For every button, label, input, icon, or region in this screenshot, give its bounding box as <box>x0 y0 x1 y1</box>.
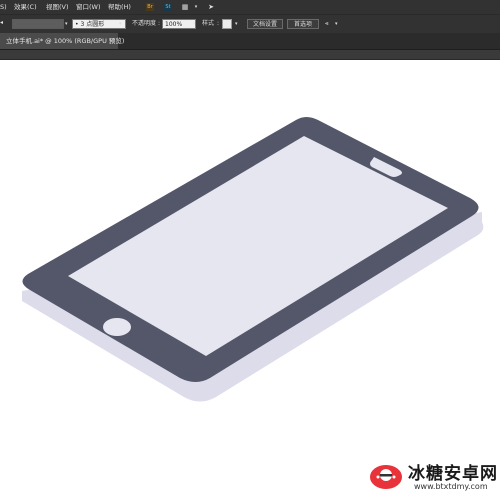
stroke-color-swatch[interactable] <box>12 19 64 29</box>
close-icon[interactable]: × <box>108 33 114 49</box>
watermark-url: www.btxtdmy.com <box>414 482 488 491</box>
arrange-icon[interactable]: ▦ <box>181 3 189 11</box>
watermark-logo <box>370 465 402 489</box>
menu-item-help[interactable]: 帮助(H) <box>108 0 131 14</box>
isometric-phone-illustration[interactable] <box>0 60 500 497</box>
chevron-down-icon[interactable]: ▾ <box>235 19 238 29</box>
menu-bar: S) 效果(C) 视图(V) 窗口(W) 帮助(H) Br St ▦ ▾ ➤ <box>0 0 500 14</box>
stock-icon[interactable]: St <box>164 3 172 11</box>
chevron-down-icon[interactable]: ▾ <box>335 19 338 29</box>
menu-item-effect[interactable]: 效果(C) <box>14 0 37 14</box>
horizontal-ruler[interactable] <box>0 50 500 65</box>
menu-item-window[interactable]: 窗口(W) <box>76 0 101 14</box>
style-swatch[interactable] <box>222 19 232 29</box>
stroke-size-value: 3 <box>80 21 85 28</box>
chevron-right-icon[interactable]: › <box>193 19 195 29</box>
preferences-button[interactable]: 首选项 <box>287 19 319 29</box>
stroke-shape-value: 点圆形 <box>86 21 105 28</box>
align-icon[interactable]: ⫷ <box>325 19 328 29</box>
opacity-input[interactable]: 100% <box>162 19 196 29</box>
send-icon[interactable]: ➤ <box>207 3 215 11</box>
chevron-down-icon[interactable]: ▾ <box>65 19 68 29</box>
tab-title: 立体手机.ai* @ 100% (RGB/GPU 预览) <box>6 37 125 45</box>
control-bar: ◂ ▾ • 3 点圆形 ▾ 不透明度 : 100% › 样式 : ▾ 文档设置 … <box>0 14 500 34</box>
panel-arrow-icon[interactable]: ◂ <box>0 18 3 28</box>
stroke-dot-icon: • <box>75 21 79 28</box>
site-watermark: 冰糖安卓网 www.btxtdmy.com <box>368 455 500 497</box>
artboard-canvas[interactable] <box>0 60 500 497</box>
document-settings-button[interactable]: 文档设置 <box>247 19 283 29</box>
document-tab-bar: 立体手机.ai* @ 100% (RGB/GPU 预览) × <box>0 33 500 50</box>
opacity-label: 不透明度 <box>132 20 157 27</box>
menu-item-view[interactable]: 视图(V) <box>46 0 69 14</box>
style-label: 样式 <box>202 20 215 27</box>
brush-stroke-select[interactable]: • 3 点圆形 <box>72 19 126 29</box>
tab-document[interactable]: 立体手机.ai* @ 100% (RGB/GPU 预览) × <box>0 33 124 49</box>
home-button <box>103 318 131 336</box>
chevron-down-icon[interactable]: ▾ <box>192 3 200 11</box>
watermark-title: 冰糖安卓网 <box>408 464 498 484</box>
bridge-icon[interactable]: Br <box>146 3 154 11</box>
chevron-down-icon[interactable]: ▾ <box>119 19 122 29</box>
menu-item-symbol[interactable]: S) <box>0 0 7 14</box>
